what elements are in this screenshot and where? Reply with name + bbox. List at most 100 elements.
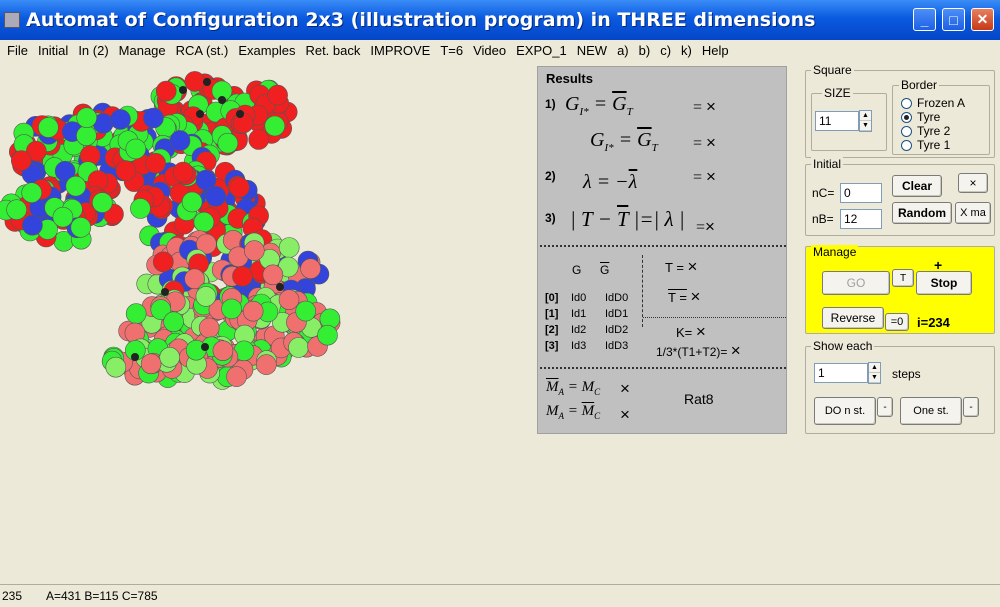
maximize-button[interactable]: □ — [942, 8, 965, 31]
idd-2: IdD2 — [605, 324, 629, 336]
stop-button[interactable]: Stop — [916, 271, 972, 295]
menu-a[interactable]: a) — [612, 43, 634, 58]
menu-video[interactable]: Video — [468, 43, 511, 58]
formula-2-result: = × — [693, 167, 716, 187]
id-0: Id0 — [571, 292, 587, 304]
menu-manage[interactable]: Manage — [114, 43, 171, 58]
menu-expo1[interactable]: EXPO_1 — [511, 43, 572, 58]
clear-button[interactable]: Clear — [892, 175, 942, 197]
cell — [21, 182, 43, 203]
size-title: SIZE — [822, 86, 853, 100]
t-button[interactable]: T — [892, 269, 914, 287]
formula-1-number: 1) — [545, 97, 556, 111]
do-n-steps-button[interactable]: DO n st. — [814, 397, 876, 425]
cell — [264, 115, 286, 137]
one-step-button[interactable]: One st. — [900, 397, 962, 425]
one-step-small-button[interactable]: - — [963, 397, 979, 417]
k-eq: K= × — [676, 322, 706, 342]
formula-m2-x: × — [620, 405, 630, 425]
spin-down-icon[interactable]: ▼ — [860, 121, 871, 131]
show-each-input[interactable]: 1 — [814, 363, 868, 383]
radio-icon[interactable] — [901, 139, 912, 151]
third-eq-x: × — [730, 341, 741, 360]
t-eq-x: × — [687, 257, 698, 276]
radio-icon[interactable] — [901, 125, 912, 137]
spin-down-icon[interactable]: ▼ — [869, 373, 880, 383]
border-option-tyre2[interactable]: Tyre 2 — [901, 124, 950, 138]
border-option-tyre[interactable]: Tyre — [901, 110, 940, 124]
nb-input[interactable]: 12 — [840, 209, 882, 229]
size-spinner[interactable]: ▲ ▼ — [859, 110, 872, 132]
random-button[interactable]: Random — [892, 202, 952, 224]
id-2: Id2 — [571, 324, 587, 336]
go-button[interactable]: GO — [822, 271, 890, 295]
menu-improve[interactable]: IMPROVE — [365, 43, 435, 58]
menu-b[interactable]: b) — [634, 43, 656, 58]
cell — [125, 138, 147, 160]
cells-visualization — [0, 71, 341, 390]
marker-cell — [161, 288, 169, 296]
eq-1b: = — [693, 135, 703, 152]
menu-ret-back[interactable]: Ret. back — [300, 43, 365, 58]
cell — [262, 264, 284, 286]
formula-3-result: =× — [696, 217, 715, 237]
cell — [300, 258, 321, 279]
idd-3: IdD3 — [605, 340, 629, 352]
menu-rca[interactable]: RCA (st.) — [171, 43, 234, 58]
cell — [229, 177, 250, 198]
menu-initial[interactable]: Initial — [33, 43, 73, 58]
size-input[interactable]: 11 — [815, 111, 859, 131]
initial-group: Initial nC= 0 nB= 12 Clear Random × X ma — [805, 157, 995, 236]
border-option-tyre1[interactable]: Tyre 1 — [901, 138, 950, 152]
formula-m1-x: × — [620, 379, 630, 399]
t-eq-label: T = — [665, 260, 684, 275]
initial-title: Initial — [811, 157, 844, 171]
menu-k[interactable]: k) — [676, 43, 697, 58]
reverse-button[interactable]: Reverse — [822, 307, 884, 329]
marker-cell — [203, 78, 211, 86]
cell — [159, 346, 180, 368]
show-each-spinner[interactable]: ▲ ▼ — [868, 362, 881, 384]
id-3: Id3 — [571, 340, 587, 352]
cell — [6, 199, 27, 220]
border-option-frozen[interactable]: Frozen A — [901, 96, 965, 110]
k-eq-x: × — [695, 322, 706, 341]
menu-c[interactable]: c) — [655, 43, 676, 58]
m1-x: × — [620, 379, 630, 398]
xma-button[interactable]: X ma — [955, 202, 991, 224]
window-title: Automat of Configuration 2x3 (illustrati… — [26, 9, 816, 31]
cell — [153, 251, 174, 273]
x-button[interactable]: × — [958, 173, 988, 193]
marker-cell — [218, 96, 226, 104]
menu-in-2[interactable]: In (2) — [73, 43, 113, 58]
spin-up-icon[interactable]: ▲ — [869, 363, 880, 373]
menu-examples[interactable]: Examples — [233, 43, 300, 58]
square-group: Square SIZE 11 ▲ ▼ Border Frozen A Tyre T… — [805, 63, 995, 158]
spin-up-icon[interactable]: ▲ — [860, 111, 871, 121]
x-2: × — [706, 167, 716, 186]
steps-label: steps — [892, 367, 921, 381]
reset-button[interactable]: =0 — [885, 313, 909, 331]
formula-m1: MA = MC — [546, 379, 601, 397]
formula-1b: GI* = GT — [590, 129, 658, 154]
menu-file[interactable]: File — [2, 43, 33, 58]
marker-cell — [276, 283, 284, 291]
automaton-canvas[interactable] — [0, 62, 530, 580]
menu-new[interactable]: NEW — [572, 43, 612, 58]
id-1: Id1 — [571, 308, 587, 320]
radio-icon-selected[interactable] — [901, 111, 912, 123]
menu-t6[interactable]: T=6 — [435, 43, 468, 58]
radio-icon[interactable] — [901, 97, 912, 109]
idd-1: IdD1 — [605, 308, 629, 320]
minimize-button[interactable]: _ — [913, 8, 936, 31]
cell — [65, 175, 87, 197]
cell — [163, 311, 184, 333]
close-button[interactable]: ✕ — [971, 8, 994, 31]
menu-help[interactable]: Help — [697, 43, 734, 58]
status-bar: 235 A=431 B=115 C=785 — [0, 584, 1000, 607]
nc-input[interactable]: 0 — [840, 183, 882, 203]
cell — [10, 150, 32, 171]
cell — [267, 84, 288, 106]
cell — [232, 266, 253, 287]
do-n-steps-small-button[interactable]: - — [877, 397, 893, 417]
